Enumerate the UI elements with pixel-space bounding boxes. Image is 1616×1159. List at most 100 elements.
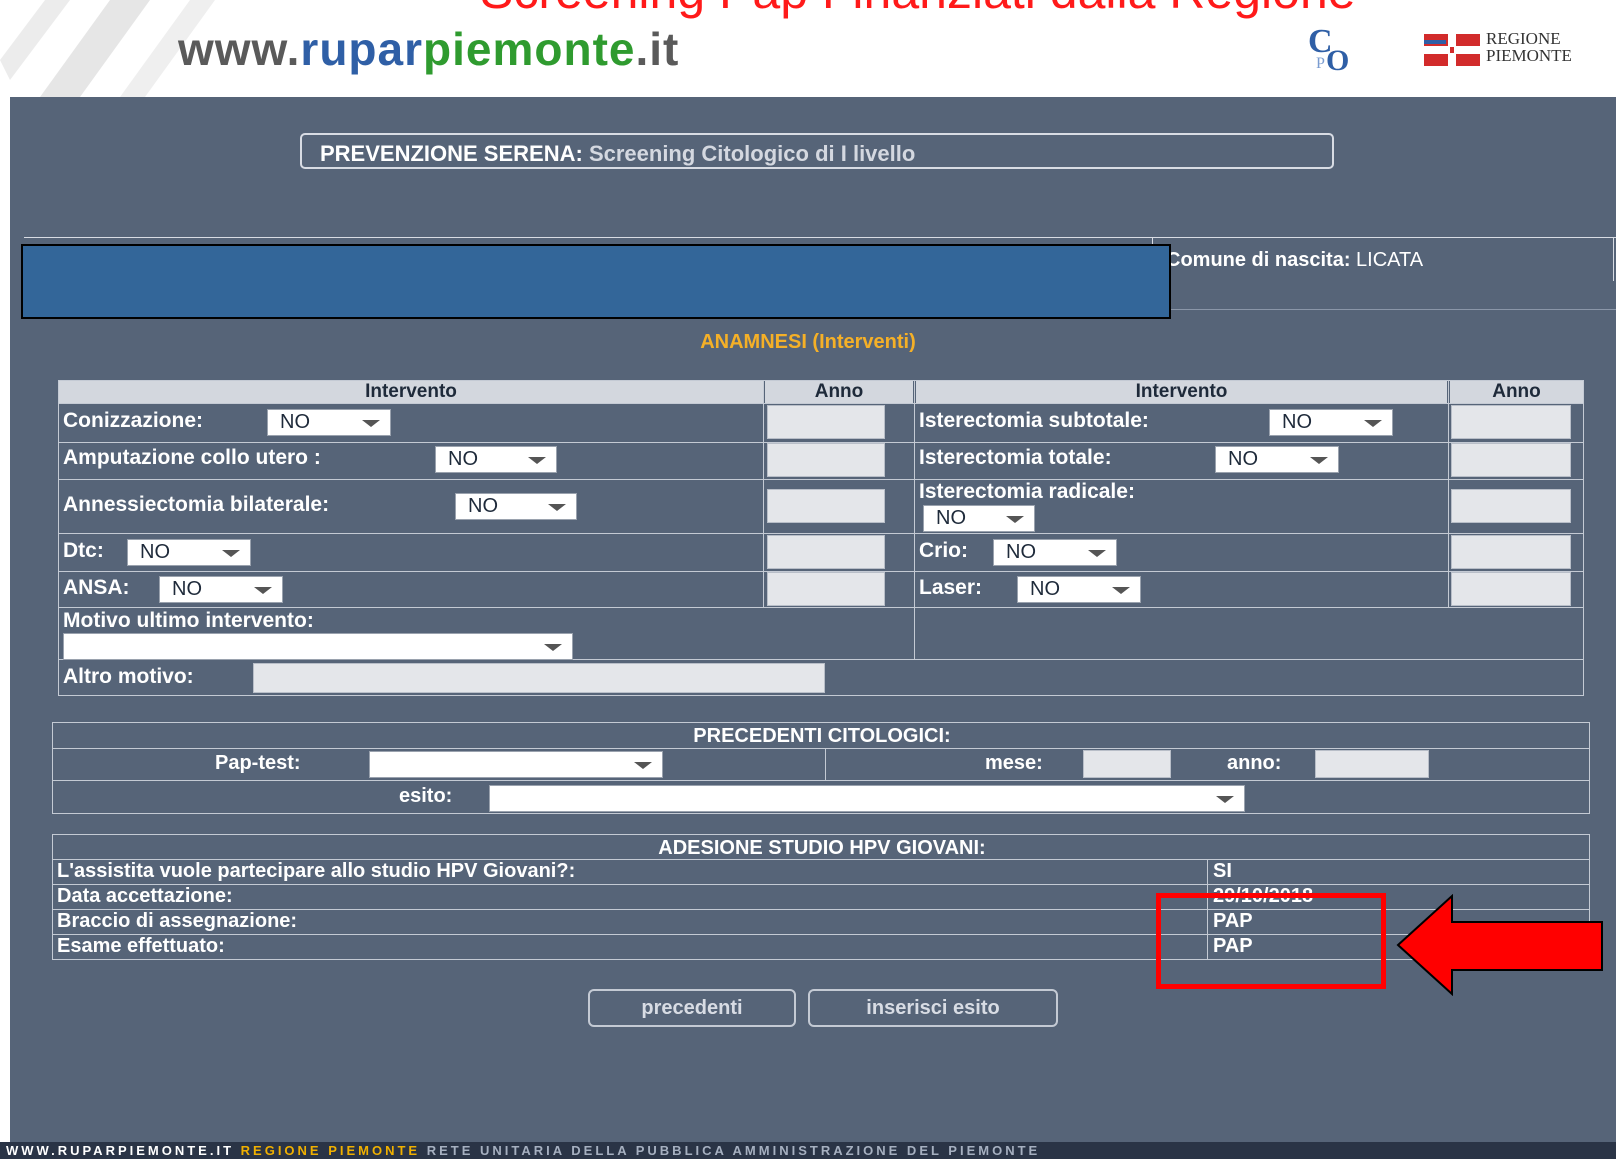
annotation-arrow-icon [1396, 894, 1603, 996]
comune-nascita: Comune di nascita: LICATA [1166, 249, 1423, 272]
chevron-down-icon [544, 644, 562, 651]
footer-rete: RETE UNITARIA DELLA PUBBLICA AMMINISTRAZ… [420, 1143, 1041, 1158]
chevron-down-icon [1310, 457, 1328, 464]
divider [1613, 237, 1614, 281]
annotation-overlay-title: Screening Pap Finanziati dalla Regione [480, 0, 1356, 20]
select-value: NO [448, 448, 478, 470]
isterectomia-totale-label: Isterectomia totale: [919, 446, 1112, 469]
crio-select[interactable]: NO [993, 539, 1117, 566]
divider [763, 381, 764, 607]
divider [53, 748, 1589, 749]
site-footer: WWW.RUPARPIEMONTE.IT REGIONE PIEMONTE RE… [0, 1142, 1616, 1159]
regione-line2: PIEMONTE [1486, 46, 1572, 65]
csi-logo-icon: C O P [1308, 23, 1349, 72]
logo-rupar: rupar [300, 23, 424, 75]
altro-motivo-input[interactable] [253, 663, 825, 693]
isterectomia-subtotale-anno-input[interactable] [1451, 405, 1571, 439]
site-logo[interactable]: www.ruparpiemonte.it [178, 22, 679, 76]
isterectomia-subtotale-select[interactable]: NO [1269, 409, 1393, 436]
svg-text:P: P [1316, 55, 1325, 72]
divider [24, 237, 1616, 238]
divider [59, 479, 1583, 480]
select-value: NO [1006, 541, 1036, 563]
crio-anno-input[interactable] [1451, 535, 1571, 569]
adesione-title: ADESIONE STUDIO HPV GIOVANI: [658, 837, 986, 859]
divider [53, 780, 1589, 781]
regione-text: REGIONE PIEMONTE [1486, 30, 1572, 64]
anamnesi-table: Intervento Anno Intervento Anno Conizzaz… [58, 380, 1584, 696]
footer-site: WWW.RUPARPIEMONTE.IT [6, 1143, 235, 1158]
page-title-rest: Screening Citologico di I livello [582, 141, 916, 166]
laser-label: Laser: [919, 576, 983, 599]
adesione-row-label: Esame effettuato: [57, 935, 225, 957]
isterectomia-radicale-anno-input[interactable] [1451, 489, 1571, 523]
adesione-row-value: SI [1213, 860, 1232, 882]
amputazione-anno-input[interactable] [767, 443, 885, 477]
chevron-down-icon [1364, 420, 1382, 427]
select-value: NO [468, 495, 498, 517]
conizzazione-select[interactable]: NO [267, 409, 391, 436]
logo-it: .it [635, 23, 680, 75]
select-value: NO [1030, 578, 1060, 600]
chevron-down-icon [1112, 587, 1130, 594]
divider [825, 748, 826, 780]
inserisci-esito-button[interactable]: inserisci esito [808, 989, 1058, 1027]
annessiectomia-select[interactable]: NO [455, 493, 577, 520]
logo-www: www. [178, 23, 301, 75]
isterectomia-totale-anno-input[interactable] [1451, 443, 1571, 477]
ansa-anno-input[interactable] [767, 572, 885, 606]
altro-motivo-label: Altro motivo: [63, 665, 194, 688]
adesione-row-label: L'assistita vuole partecipare allo studi… [57, 860, 576, 882]
amputazione-label: Amputazione collo utero : [63, 446, 321, 469]
svg-text:O: O [1326, 44, 1349, 72]
divider [59, 403, 1583, 404]
paptest-label: Pap-test: [215, 752, 301, 774]
mese-label: mese: [985, 752, 1043, 774]
divider [1448, 381, 1449, 607]
page-title-box: PREVENZIONE SERENA: Screening Citologico… [300, 133, 1334, 169]
footer-regione: REGIONE PIEMONTE [234, 1143, 421, 1158]
conizzazione-anno-input[interactable] [767, 405, 885, 439]
laser-select[interactable]: NO [1017, 576, 1141, 603]
regione-line1: REGIONE [1486, 29, 1561, 48]
page-title-strong: PREVENZIONE SERENA: [320, 141, 583, 166]
isterectomia-totale-select[interactable]: NO [1215, 446, 1339, 473]
chevron-down-icon [254, 587, 272, 594]
motivo-label: Motivo ultimo intervento: [63, 609, 314, 632]
chevron-down-icon [548, 504, 566, 511]
ansa-select[interactable]: NO [159, 576, 283, 603]
precedenti-table: PRECEDENTI CITOLOGICI: Pap-test: mese: a… [52, 722, 1590, 814]
header-anno-left: Anno [765, 381, 913, 403]
header-anno-right: Anno [1450, 381, 1583, 403]
esito-select[interactable] [489, 785, 1245, 812]
select-value: NO [172, 578, 202, 600]
chevron-down-icon [528, 457, 546, 464]
motivo-select[interactable] [63, 633, 573, 660]
comune-label: Comune di nascita: [1166, 249, 1351, 271]
annessiectomia-label: Annessiectomia bilaterale: [63, 493, 330, 516]
select-value: NO [140, 541, 170, 563]
precedenti-button[interactable]: precedenti [588, 989, 796, 1027]
divider [59, 607, 1583, 608]
amputazione-select[interactable]: NO [435, 446, 557, 473]
conizzazione-label: Conizzazione: [63, 409, 203, 432]
isterectomia-radicale-select[interactable]: NO [923, 505, 1035, 532]
laser-anno-input[interactable] [1451, 572, 1571, 606]
chevron-down-icon [362, 420, 380, 427]
select-value: NO [1282, 411, 1312, 433]
mese-input[interactable] [1083, 750, 1171, 778]
anno-label: anno: [1227, 752, 1282, 774]
divider [59, 533, 1583, 534]
regione-flag-icon [1424, 34, 1480, 66]
paptest-select[interactable] [369, 751, 663, 778]
anno-input[interactable] [1315, 750, 1429, 778]
chevron-down-icon [1088, 550, 1106, 557]
page-title: PREVENZIONE SERENA: Screening Citologico… [320, 141, 915, 167]
dtc-anno-input[interactable] [767, 535, 885, 569]
dtc-select[interactable]: NO [127, 539, 251, 566]
crio-label: Crio: [919, 539, 968, 562]
annessiectomia-anno-input[interactable] [767, 489, 885, 523]
select-value: NO [280, 411, 310, 433]
anamnesi-title: ANAMNESI (Interventi) [700, 331, 916, 353]
chevron-down-icon [634, 762, 652, 769]
